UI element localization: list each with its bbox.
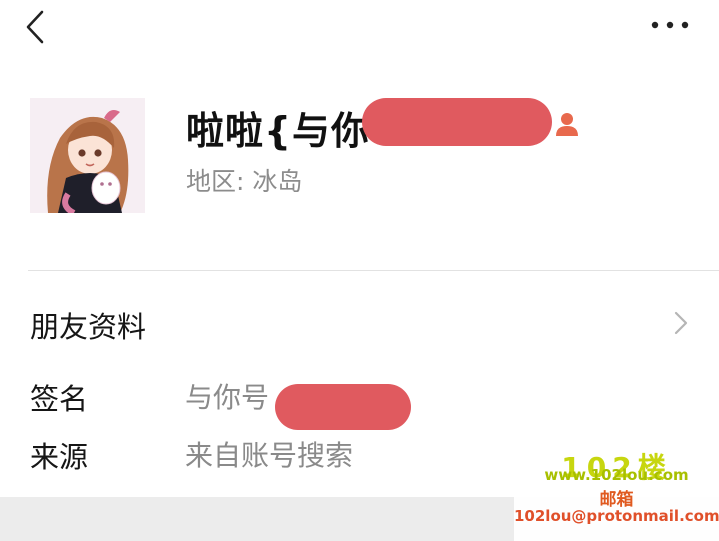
- source-label: 来源: [30, 440, 89, 474]
- watermark: 102楼 www.102lou.com 邮箱 102lou@protonmail…: [514, 444, 719, 541]
- more-horizontal-icon[interactable]: [650, 18, 690, 32]
- contact-person-icon: [556, 113, 578, 136]
- source-value: 来自账号搜索: [185, 439, 354, 472]
- chevron-left-icon[interactable]: [22, 8, 50, 46]
- top-bar: [0, 0, 719, 56]
- profile-header: 啦啦{与你 地区: 冰岛: [0, 90, 719, 230]
- signature-value: 与你号: [185, 381, 270, 414]
- region-text: 地区: 冰岛: [186, 167, 303, 196]
- watermark-email: 102lou@protonmail.com: [514, 507, 719, 525]
- avatar-anime-girl-image: [30, 98, 145, 213]
- friend-info-row[interactable]: 朋友资料: [0, 296, 719, 352]
- name-redaction: [362, 98, 552, 146]
- avatar[interactable]: [30, 98, 145, 213]
- chevron-right-icon: [674, 311, 688, 335]
- signature-row: 签名 与你号: [0, 370, 719, 430]
- watermark-site: www.102lou.com: [544, 466, 689, 484]
- signature-label: 签名: [30, 382, 89, 416]
- signature-redaction: [275, 384, 411, 430]
- profile-name: 啦啦{与你: [186, 109, 371, 153]
- friend-info-label: 朋友资料: [30, 310, 147, 344]
- divider: [28, 270, 719, 271]
